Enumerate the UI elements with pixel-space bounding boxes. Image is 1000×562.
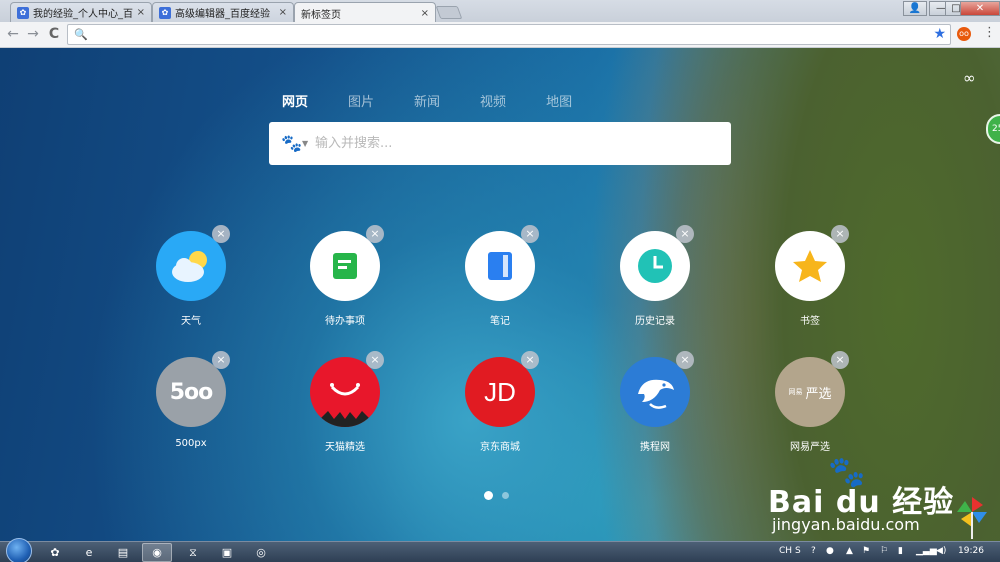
tile-500px[interactable]: 5oo × 500px	[136, 351, 246, 457]
chrome-icon[interactable]: ◉	[142, 543, 172, 562]
reload-icon[interactable]: C	[46, 26, 62, 42]
volume-icon[interactable]: ◀)	[936, 546, 946, 556]
delete-tile-button[interactable]: ×	[212, 351, 230, 369]
pagination	[484, 491, 518, 500]
tab-title: 新标签页	[301, 9, 341, 21]
baidu-paw-icon[interactable]: 🐾	[281, 134, 302, 154]
close-icon[interactable]: ×	[421, 8, 429, 19]
search-input[interactable]	[315, 132, 715, 154]
bookmark-star-icon[interactable]: ★	[933, 26, 946, 42]
tile-label: 京东商城	[480, 442, 520, 453]
new-tab-button[interactable]	[435, 6, 463, 19]
tab-map[interactable]: 地图	[546, 91, 572, 110]
paw-icon: ✿	[159, 6, 171, 19]
watermark-url: jingyan.baidu.com	[772, 515, 920, 534]
tile-yanxuan[interactable]: 网易 严选 × 网易严选	[755, 351, 865, 457]
tab-title: 我的经验_个人中心_百度	[33, 9, 133, 20]
tile-tmall[interactable]: × 天猫精选	[290, 351, 400, 457]
tile-label: 网易严选	[790, 442, 830, 453]
tile-label: 500px	[175, 438, 207, 449]
sogou-icon[interactable]: S	[795, 546, 801, 556]
tile-label: 天猫精选	[325, 442, 365, 453]
address-bar[interactable]: 🔍 ★	[67, 24, 951, 45]
tile-history[interactable]: × 历史记录	[600, 225, 710, 331]
user-icon[interactable]: 👤	[903, 1, 927, 16]
search-box: 🐾 ▼	[269, 122, 731, 165]
tab-images[interactable]: 图片	[348, 91, 374, 110]
page-dot[interactable]	[502, 492, 509, 499]
tab-my-experience[interactable]: ✿ 我的经验_个人中心_百度 ×	[10, 2, 152, 22]
close-icon[interactable]: ×	[137, 7, 145, 18]
chat-icon[interactable]: ◎	[246, 543, 276, 562]
window-close-button[interactable]: ✕	[960, 1, 1000, 16]
delete-tile-button[interactable]: ×	[676, 225, 694, 243]
delete-tile-button[interactable]: ×	[831, 225, 849, 243]
start-button[interactable]	[6, 538, 32, 562]
tab-web[interactable]: 网页	[282, 91, 308, 110]
delete-tile-button[interactable]: ×	[366, 351, 384, 369]
jd-logo-text: JD	[484, 376, 516, 407]
delete-tile-button[interactable]: ×	[212, 225, 230, 243]
tab-title: 高级编辑器_百度经验	[175, 9, 270, 20]
back-arrow-icon[interactable]: ←	[5, 26, 21, 42]
yanxuan-logo-text: 严选	[805, 386, 832, 402]
yanxuan-logo-small: 网易	[788, 388, 803, 396]
forward-arrow-icon[interactable]: →	[25, 26, 41, 42]
tab-new-tab[interactable]: 新标签页 ×	[294, 2, 436, 23]
vscode-icon[interactable]: ⧖	[178, 543, 208, 562]
system-clock[interactable]: 19:26	[958, 546, 984, 556]
tile-label: 历史记录	[635, 316, 675, 327]
tile-label: 携程网	[640, 442, 670, 453]
tile-weather[interactable]: × 天气	[136, 225, 246, 331]
tile-label: 待办事项	[325, 316, 365, 327]
delete-tile-button[interactable]: ×	[831, 351, 849, 369]
tile-jd[interactable]: JD × 京东商城	[445, 351, 555, 457]
windows-taskbar: ✿ e ▤ ◉ ⧖ ▣ ◎ CH S ? ● ▲ ⚑ ⚐ ▮ ▁▃▅ ◀) 19…	[0, 538, 1000, 562]
close-icon[interactable]: ×	[279, 7, 287, 18]
tile-ctrip[interactable]: × 携程网	[600, 351, 710, 457]
browser-toolbar: ← → C 🔍 ★ oo ⋮	[0, 22, 1000, 48]
help-icon[interactable]: ?	[811, 546, 816, 556]
tile-label: 天气	[181, 316, 201, 327]
photo-app-icon[interactable]: ✿	[40, 543, 70, 562]
500px-logo-text: 5oo	[169, 379, 214, 405]
pinwheel-icon	[957, 497, 987, 539]
paw-icon: ✿	[17, 6, 29, 19]
tile-label: 笔记	[490, 316, 510, 327]
ie-icon[interactable]: e	[74, 543, 104, 562]
ime-indicator[interactable]: CH	[779, 546, 792, 556]
tile-bookmarks[interactable]: × 书签	[755, 225, 865, 331]
tray-app-icon[interactable]: ●	[826, 546, 834, 556]
flag-icon[interactable]: ⚐	[880, 546, 888, 556]
app-icon[interactable]: ▣	[212, 543, 242, 562]
network-icon[interactable]: ▁▃▅	[916, 546, 937, 556]
delete-tile-button[interactable]: ×	[521, 351, 539, 369]
infinity-icon[interactable]: ∞	[963, 69, 976, 87]
tile-notes[interactable]: × 笔记	[445, 225, 555, 331]
delete-tile-button[interactable]: ×	[521, 225, 539, 243]
folder-icon[interactable]: ▤	[108, 543, 138, 562]
tab-video[interactable]: 视频	[480, 91, 506, 110]
extension-icon[interactable]: oo	[957, 27, 971, 41]
tile-todo[interactable]: × 待办事项	[290, 225, 400, 331]
tile-label: 书签	[800, 316, 820, 327]
power-icon[interactable]: ▮	[898, 546, 903, 556]
tab-news[interactable]: 新闻	[414, 91, 440, 110]
menu-dots-icon[interactable]: ⋮	[983, 25, 996, 40]
notification-icon[interactable]: ⚑	[862, 546, 870, 556]
delete-tile-button[interactable]: ×	[366, 225, 384, 243]
search-category-tabs: 网页 图片 新闻 视频 地图	[282, 91, 612, 110]
page-dot-active[interactable]	[484, 491, 493, 500]
tab-advanced-editor[interactable]: ✿ 高级编辑器_百度经验 ×	[152, 2, 294, 22]
chevron-down-icon[interactable]: ▼	[302, 139, 308, 148]
tray-expand-icon[interactable]: ▲	[846, 546, 853, 556]
search-icon: 🔍	[74, 28, 88, 41]
browser-tab-strip: ✿ 我的经验_个人中心_百度 × ✿ 高级编辑器_百度经验 × 新标签页 × 👤…	[0, 0, 1000, 23]
delete-tile-button[interactable]: ×	[676, 351, 694, 369]
